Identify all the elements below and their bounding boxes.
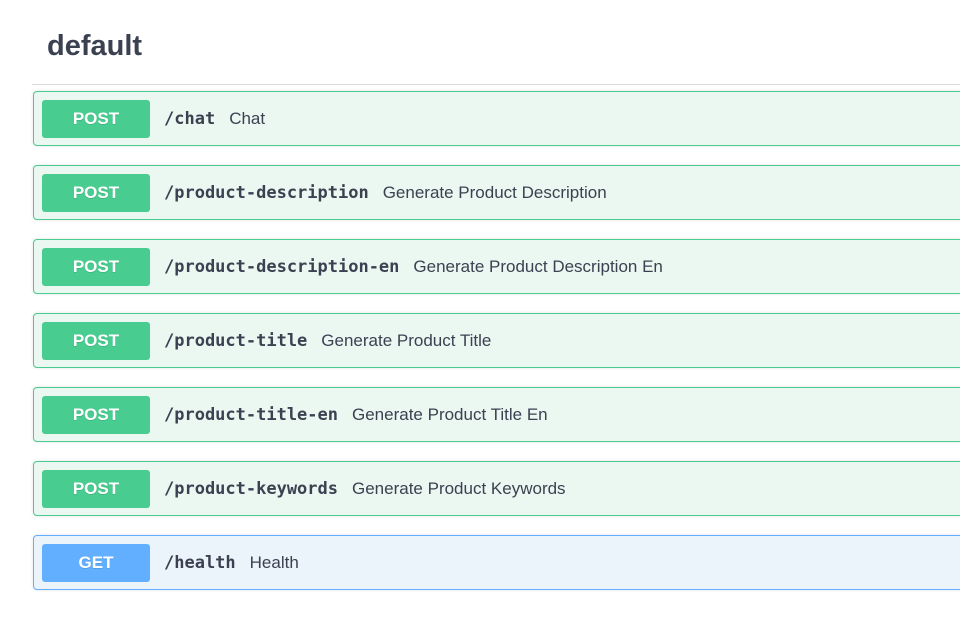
method-badge: POST: [42, 247, 150, 286]
swagger-page: default POST /chat Chat POST /product-de…: [0, 0, 960, 631]
operation-product-keywords[interactable]: POST /product-keywords Generate Product …: [33, 461, 960, 516]
operation-path: /product-keywords: [164, 478, 338, 499]
method-badge: POST: [42, 321, 150, 360]
operation-summary: Chat: [229, 108, 266, 128]
operation-summary: Generate Product Description En: [413, 256, 663, 276]
operation-product-title[interactable]: POST /product-title Generate Product Tit…: [33, 313, 960, 368]
operation-product-description[interactable]: POST /product-description Generate Produ…: [33, 165, 960, 220]
operation-product-description-en[interactable]: POST /product-description-en Generate Pr…: [33, 239, 960, 294]
operations-list: POST /chat Chat POST /product-descriptio…: [33, 91, 960, 609]
section-header[interactable]: default: [32, 18, 960, 85]
method-badge: GET: [42, 543, 150, 582]
operation-health[interactable]: GET /health Health: [33, 535, 960, 590]
operation-chat[interactable]: POST /chat Chat: [33, 91, 960, 146]
operation-summary: Generate Product Keywords: [352, 478, 566, 498]
operation-summary: Generate Product Title En: [352, 404, 548, 424]
operation-summary: Generate Product Title: [321, 330, 492, 350]
operation-summary: Generate Product Description: [382, 182, 607, 202]
method-badge: POST: [42, 395, 150, 434]
method-badge: POST: [42, 469, 150, 508]
operation-path: /product-title: [164, 330, 308, 351]
operation-product-title-en[interactable]: POST /product-title-en Generate Product …: [33, 387, 960, 442]
operation-summary: Health: [249, 552, 299, 572]
section-title[interactable]: default: [47, 30, 142, 63]
operation-path: /health: [164, 552, 236, 573]
method-badge: POST: [42, 173, 150, 212]
operation-path: /product-description: [164, 182, 369, 203]
operation-path: /chat: [164, 108, 216, 129]
method-badge: POST: [42, 99, 150, 138]
operation-path: /product-title-en: [164, 404, 338, 425]
operation-path: /product-description-en: [164, 256, 400, 277]
